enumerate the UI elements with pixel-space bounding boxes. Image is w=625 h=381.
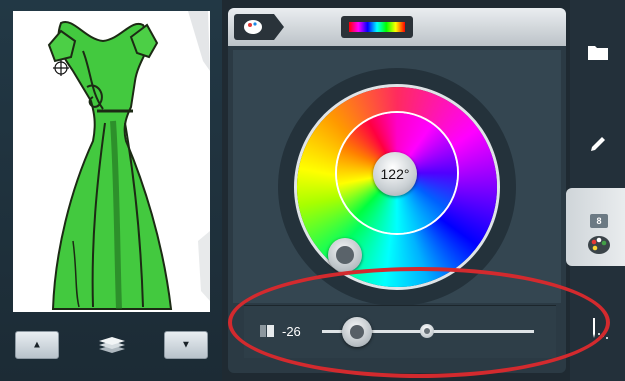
color-count-badge: 8 xyxy=(590,214,608,228)
move-down-button[interactable]: ▼ xyxy=(164,331,208,359)
brightness-thumb[interactable] xyxy=(342,317,372,347)
palette-icon xyxy=(244,20,262,34)
triangle-down-icon: ▼ xyxy=(181,339,191,351)
palette-tab[interactable] xyxy=(234,14,284,40)
spectrum-icon xyxy=(349,22,405,32)
sidebar-item-stitch[interactable] xyxy=(570,300,625,356)
canvas-toolbar: ▲ ▼ xyxy=(13,325,210,365)
hue-value: 122° xyxy=(380,166,410,182)
hue-knob[interactable]: 122° xyxy=(373,152,417,196)
brightness-value: -26 xyxy=(282,324,301,339)
folder-icon xyxy=(587,46,608,60)
pencil-icon xyxy=(590,137,605,151)
dress-design-image xyxy=(47,11,210,310)
sidebar-item-color[interactable]: 8 xyxy=(566,188,625,266)
saturation-knob[interactable] xyxy=(328,238,362,272)
brightness-default-marker[interactable] xyxy=(420,324,434,338)
needle-icon xyxy=(592,318,608,339)
brightness-icon xyxy=(260,325,274,337)
sidebar-item-folder[interactable] xyxy=(570,24,625,80)
move-up-button[interactable]: ▲ xyxy=(15,331,59,359)
embroidery-canvas[interactable] xyxy=(13,11,210,312)
brightness-slider-panel: -26 xyxy=(244,305,556,358)
right-sidebar: 8 xyxy=(566,0,625,381)
color-panel-header xyxy=(228,8,566,46)
spectrum-button[interactable] xyxy=(341,16,413,38)
layers-icon[interactable] xyxy=(97,334,127,356)
sidebar-item-edit[interactable] xyxy=(570,116,625,172)
palette-icon xyxy=(588,236,610,254)
triangle-up-icon: ▲ xyxy=(32,339,42,351)
